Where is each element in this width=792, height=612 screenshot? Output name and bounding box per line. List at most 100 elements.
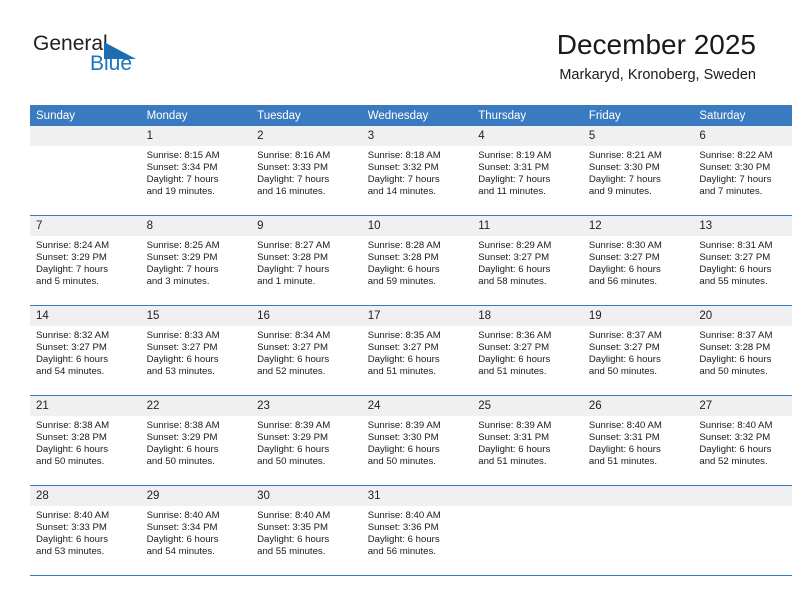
calendar-week-row: 1 Sunrise: 8:15 AM Sunset: 3:34 PM Daylight… bbox=[30, 126, 792, 216]
sunset-time: Sunset: 3:34 PM bbox=[146, 162, 218, 174]
calendar-day-cell[interactable]: 26 Sunrise: 8:40 AM Sunset: 3:31 PM Dayligh… bbox=[582, 395, 694, 486]
calendar-day-cell[interactable]: 16 Sunrise: 8:34 AM Sunset: 3:27 PM Dayligh… bbox=[251, 305, 362, 396]
day-number: 24 bbox=[361, 396, 473, 416]
calendar-day-cell[interactable]: 23 Sunrise: 8:39 AM Sunset: 3:29 PM Dayligh… bbox=[251, 395, 362, 486]
daylight-duration-line1: Daylight: 6 hours bbox=[699, 354, 772, 366]
sunset-time: Sunset: 3:27 PM bbox=[478, 252, 550, 264]
sunrise-time: Sunrise: 8:35 AM bbox=[367, 330, 441, 341]
daylight-duration-line1: Daylight: 6 hours bbox=[367, 534, 440, 546]
day-details: Sunrise: 8:38 AM Sunset: 3:29 PM Daylight:… bbox=[141, 416, 252, 468]
daylight-duration-line2: and 52 minutes. bbox=[257, 366, 326, 378]
day-number: 1 bbox=[140, 126, 252, 146]
sunrise-time: Sunrise: 8:24 AM bbox=[36, 240, 110, 251]
calendar-day-cell[interactable]: 4 Sunrise: 8:19 AM Sunset: 3:31 PM Daylight… bbox=[472, 126, 583, 216]
day-details: Sunrise: 8:37 AM Sunset: 3:28 PM Daylight:… bbox=[693, 326, 792, 378]
general-blue-logo[interactable]: General Blue bbox=[33, 32, 233, 82]
day-number bbox=[30, 126, 141, 146]
calendar-day-cell[interactable]: 9 Sunrise: 8:27 AM Sunset: 3:28 PM Daylight… bbox=[251, 215, 362, 306]
daylight-duration-line1: Daylight: 6 hours bbox=[478, 264, 551, 276]
daylight-duration-line1: Daylight: 7 hours bbox=[367, 174, 440, 186]
calendar-day-cell[interactable]: 10 Sunrise: 8:28 AM Sunset: 3:28 PM Dayligh… bbox=[361, 215, 473, 306]
day-number: 6 bbox=[693, 126, 792, 146]
calendar-day-cell[interactable]: 19 Sunrise: 8:37 AM Sunset: 3:27 PM Dayligh… bbox=[582, 305, 694, 396]
daylight-duration-line1: Daylight: 6 hours bbox=[257, 534, 330, 546]
daylight-duration-line1: Daylight: 7 hours bbox=[478, 174, 551, 186]
sunrise-time: Sunrise: 8:40 AM bbox=[699, 420, 773, 431]
calendar-week-row: 14 Sunrise: 8:32 AM Sunset: 3:27 PM Dayligh… bbox=[30, 305, 792, 396]
calendar-week-row: 21 Sunrise: 8:38 AM Sunset: 3:28 PM Dayligh… bbox=[30, 395, 792, 486]
calendar-day-cell[interactable]: 17 Sunrise: 8:35 AM Sunset: 3:27 PM Dayligh… bbox=[361, 305, 473, 396]
logo-text-blue: Blue bbox=[90, 52, 133, 75]
day-number: 31 bbox=[361, 486, 473, 506]
day-details: Sunrise: 8:38 AM Sunset: 3:28 PM Daylight:… bbox=[30, 416, 141, 468]
day-number: 26 bbox=[582, 396, 694, 416]
calendar-day-cell[interactable]: 24 Sunrise: 8:39 AM Sunset: 3:30 PM Dayligh… bbox=[361, 395, 473, 486]
calendar-day-cell[interactable]: 12 Sunrise: 8:30 AM Sunset: 3:27 PM Dayligh… bbox=[582, 215, 694, 306]
calendar-day-cell[interactable]: 11 Sunrise: 8:29 AM Sunset: 3:27 PM Dayligh… bbox=[472, 215, 583, 306]
daylight-duration-line2: and 55 minutes. bbox=[257, 546, 326, 558]
calendar-day-cell[interactable]: 30 Sunrise: 8:40 AM Sunset: 3:35 PM Dayligh… bbox=[251, 485, 362, 576]
sunset-time: Sunset: 3:36 PM bbox=[367, 522, 439, 534]
calendar-day-cell[interactable]: 3 Sunrise: 8:18 AM Sunset: 3:32 PM Daylight… bbox=[361, 126, 473, 216]
sunrise-time: Sunrise: 8:15 AM bbox=[146, 150, 220, 161]
day-details: Sunrise: 8:15 AM Sunset: 3:34 PM Daylight:… bbox=[141, 146, 252, 198]
daylight-duration-line2: and 51 minutes. bbox=[478, 456, 547, 468]
day-number: 19 bbox=[582, 306, 694, 326]
calendar-day-cell[interactable]: 7 Sunrise: 8:24 AM Sunset: 3:29 PM Daylight… bbox=[30, 215, 141, 306]
day-number: 13 bbox=[693, 216, 792, 236]
calendar-day-cell[interactable]: 31 Sunrise: 8:40 AM Sunset: 3:36 PM Dayligh… bbox=[361, 485, 473, 576]
day-number bbox=[693, 486, 792, 506]
calendar-day-cell[interactable]: 13 Sunrise: 8:31 AM Sunset: 3:27 PM Dayligh… bbox=[693, 215, 792, 306]
daylight-duration-line2: and 5 minutes. bbox=[36, 276, 99, 288]
day-number: 15 bbox=[140, 306, 252, 326]
daylight-duration-line1: Daylight: 6 hours bbox=[257, 354, 330, 366]
day-details: Sunrise: 8:22 AM Sunset: 3:30 PM Daylight:… bbox=[693, 146, 792, 198]
calendar-day-cell[interactable]: 18 Sunrise: 8:36 AM Sunset: 3:27 PM Dayligh… bbox=[472, 305, 583, 396]
calendar-day-cell[interactable]: 29 Sunrise: 8:40 AM Sunset: 3:34 PM Dayligh… bbox=[140, 485, 252, 576]
day-number: 8 bbox=[140, 216, 252, 236]
daylight-duration-line2: and 55 minutes. bbox=[699, 276, 768, 288]
sunrise-time: Sunrise: 8:36 AM bbox=[478, 330, 552, 341]
calendar-day-cell[interactable]: 28 Sunrise: 8:40 AM Sunset: 3:33 PM Dayligh… bbox=[30, 485, 141, 576]
day-number: 27 bbox=[693, 396, 792, 416]
sunset-time: Sunset: 3:27 PM bbox=[36, 342, 107, 354]
calendar-day-cell[interactable]: 14 Sunrise: 8:32 AM Sunset: 3:27 PM Dayligh… bbox=[30, 305, 141, 396]
daylight-duration-line2: and 50 minutes. bbox=[257, 456, 326, 468]
daylight-duration-line2: and 51 minutes. bbox=[367, 366, 436, 378]
page-subtitle: Markaryd, Kronoberg, Sweden bbox=[559, 67, 756, 83]
calendar-grid: Sunday Monday Tuesday Wednesday Thursday… bbox=[30, 105, 792, 576]
daylight-duration-line2: and 11 minutes. bbox=[478, 186, 546, 198]
calendar-day-cell[interactable]: 8 Sunrise: 8:25 AM Sunset: 3:29 PM Daylight… bbox=[140, 215, 252, 306]
calendar-day-cell[interactable]: 15 Sunrise: 8:33 AM Sunset: 3:27 PM Dayligh… bbox=[140, 305, 252, 396]
daylight-duration-line1: Daylight: 7 hours bbox=[257, 174, 330, 186]
calendar-day-cell[interactable]: 6 Sunrise: 8:22 AM Sunset: 3:30 PM Daylight… bbox=[693, 126, 792, 216]
sunrise-time: Sunrise: 8:16 AM bbox=[257, 150, 331, 161]
calendar-day-cell[interactable]: 20 Sunrise: 8:37 AM Sunset: 3:28 PM Dayligh… bbox=[693, 305, 792, 396]
calendar-day-cell[interactable]: 21 Sunrise: 8:38 AM Sunset: 3:28 PM Dayligh… bbox=[30, 395, 141, 486]
day-number: 7 bbox=[30, 216, 141, 236]
calendar-day-cell[interactable]: 25 Sunrise: 8:39 AM Sunset: 3:31 PM Dayligh… bbox=[472, 395, 583, 486]
calendar-day-cell[interactable]: 22 Sunrise: 8:38 AM Sunset: 3:29 PM Dayligh… bbox=[140, 395, 252, 486]
day-details: Sunrise: 8:32 AM Sunset: 3:27 PM Daylight:… bbox=[30, 326, 141, 378]
calendar-day-cell[interactable]: 2 Sunrise: 8:16 AM Sunset: 3:33 PM Daylight… bbox=[251, 126, 362, 216]
day-details: Sunrise: 8:19 AM Sunset: 3:31 PM Daylight:… bbox=[472, 146, 583, 198]
sunrise-time: Sunrise: 8:39 AM bbox=[257, 420, 331, 431]
calendar-day-cell[interactable]: 1 Sunrise: 8:15 AM Sunset: 3:34 PM Daylight… bbox=[140, 126, 252, 216]
daylight-duration-line2: and 3 minutes. bbox=[146, 276, 210, 288]
calendar-day-cell[interactable]: 5 Sunrise: 8:21 AM Sunset: 3:30 PM Daylight… bbox=[582, 126, 694, 216]
day-number: 4 bbox=[472, 126, 583, 146]
sunset-time: Sunset: 3:29 PM bbox=[36, 252, 107, 264]
sunset-time: Sunset: 3:28 PM bbox=[257, 252, 329, 264]
sunrise-time: Sunrise: 8:28 AM bbox=[367, 240, 441, 251]
day-details: Sunrise: 8:40 AM Sunset: 3:36 PM Daylight:… bbox=[362, 506, 473, 558]
day-details: Sunrise: 8:40 AM Sunset: 3:31 PM Daylight:… bbox=[583, 416, 694, 468]
sunset-time: Sunset: 3:30 PM bbox=[699, 162, 771, 174]
calendar-week-row: 7 Sunrise: 8:24 AM Sunset: 3:29 PM Daylight… bbox=[30, 215, 792, 306]
day-details: Sunrise: 8:39 AM Sunset: 3:30 PM Daylight:… bbox=[362, 416, 473, 468]
sunset-time: Sunset: 3:31 PM bbox=[478, 432, 550, 444]
calendar-page: General Blue December 2025 Markaryd, Kro… bbox=[0, 0, 792, 612]
calendar-day-cell[interactable]: 27 Sunrise: 8:40 AM Sunset: 3:32 PM Dayligh… bbox=[693, 395, 792, 486]
daylight-duration-line2: and 52 minutes. bbox=[699, 456, 768, 468]
day-number: 18 bbox=[472, 306, 583, 326]
daylight-duration-line1: Daylight: 6 hours bbox=[478, 354, 551, 366]
